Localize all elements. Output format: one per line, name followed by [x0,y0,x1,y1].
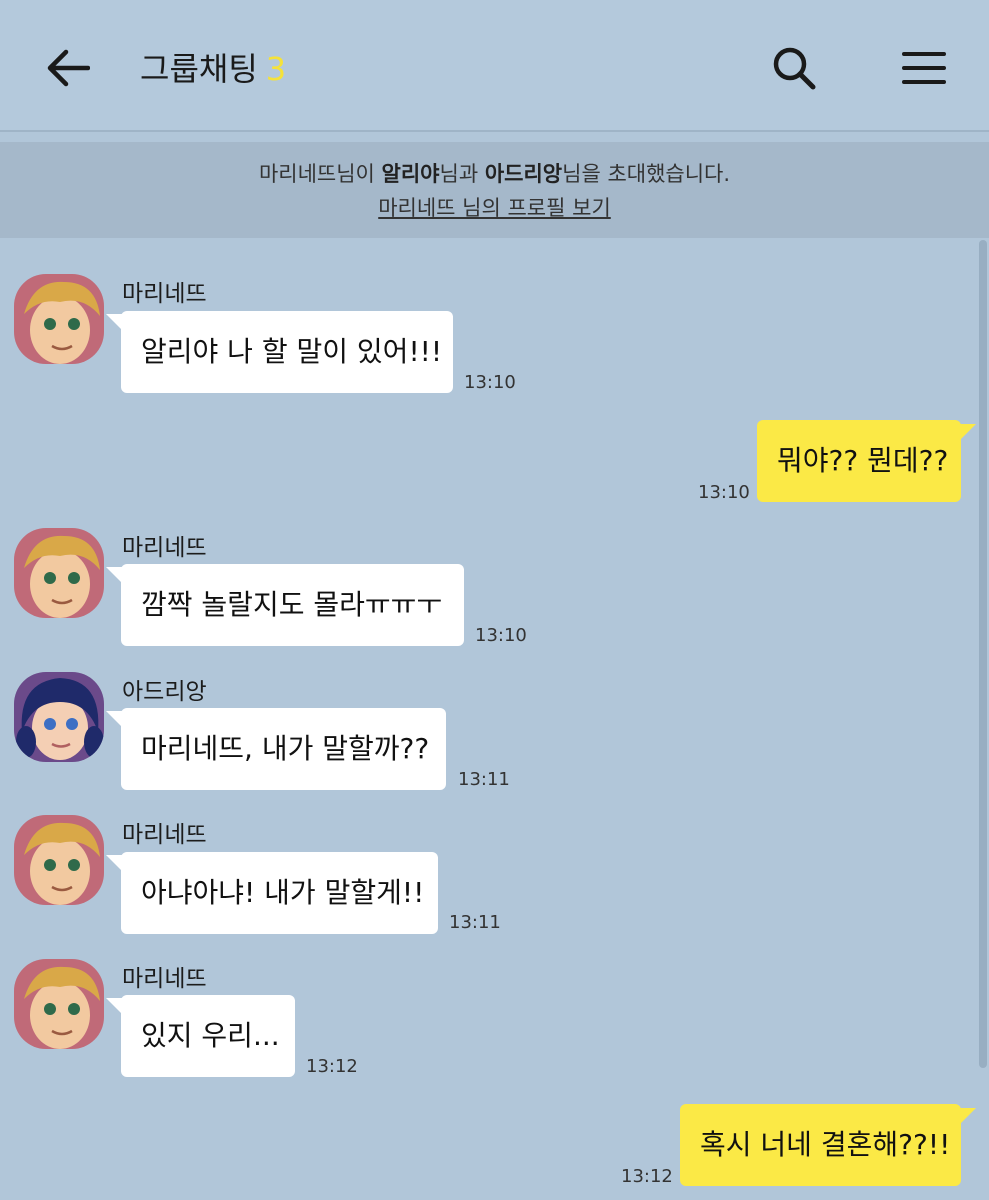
arrow-left-icon [47,49,90,87]
avatar-blond-icon [14,815,104,905]
invite-text: 님과 [439,162,485,186]
avatar[interactable] [14,274,104,364]
avatar-blond-icon [14,959,104,1049]
avatar[interactable] [14,672,104,762]
message-bubble[interactable]: 뭐야?? 뭔데?? [757,420,961,502]
hamburger-menu-icon [902,52,946,84]
message-bubble[interactable]: 알리야 나 할 말이 있어!!! [121,311,453,393]
invite-actor: 마리네뜨 [258,162,337,186]
invite-target: 알리야 [381,162,440,186]
sender-name: 마리네뜨 [122,281,207,307]
invite-message: 마리네뜨님이 알리야님과 아드리앙님을 초대했습니다. [0,158,989,188]
message-bubble[interactable]: 혹시 너네 결혼해??!! [680,1104,961,1186]
message-bubble[interactable]: 마리네뜨, 내가 말할까?? [121,708,446,790]
scrollbar[interactable] [979,240,987,1068]
message-bubble[interactable]: 깜짝 놀랄지도 몰라ㅠㅠㅜ [121,564,464,646]
message-time: 13:12 [306,1056,358,1077]
invite-notice: 마리네뜨님이 알리야님과 아드리앙님을 초대했습니다. 마리네뜨 님의 프로필 … [0,142,989,238]
message-time: 13:10 [698,482,750,503]
menu-button[interactable] [894,38,954,98]
sender-name: 마리네뜨 [122,966,207,992]
member-count: 3 [265,50,287,88]
sender-name: 마리네뜨 [122,822,207,848]
bubble-tail [106,314,122,330]
back-button[interactable] [40,40,96,96]
bubble-tail [960,424,976,440]
bubble-tail [960,1108,976,1124]
search-icon [773,47,816,90]
message-time: 13:10 [464,372,516,393]
message-bubble[interactable]: 아냐아냐! 내가 말할게!! [121,852,438,934]
bubble-tail [106,998,122,1014]
avatar-blond-icon [14,274,104,364]
invite-text: 님이 [336,162,382,186]
avatar[interactable] [14,528,104,618]
sender-name: 아드리앙 [122,679,207,705]
search-button[interactable] [764,38,824,98]
message-time: 13:10 [475,625,527,646]
sender-name: 마리네뜨 [122,535,207,561]
bubble-tail [106,567,122,583]
profile-link[interactable]: 마리네뜨 님의 프로필 보기 [0,192,989,222]
avatar[interactable] [14,959,104,1049]
bubble-tail [106,711,122,727]
chat-title: 그룹채팅 3 [140,44,286,90]
bubble-tail [106,855,122,871]
avatar-blond-icon [14,528,104,618]
message-time: 13:12 [621,1166,673,1187]
message-time: 13:11 [458,769,510,790]
avatar-darkhair-icon [14,672,104,762]
chat-title-text: 그룹채팅 [140,50,258,88]
avatar[interactable] [14,815,104,905]
invite-text: 님을 초대했습니다. [562,162,731,186]
message-time: 13:11 [449,912,501,933]
message-bubble[interactable]: 있지 우리... [121,995,295,1077]
chat-screen: 그룹채팅 3 마리네뜨님이 알리야님과 아드리앙님을 초대했습니다. 마리네뜨 님… [0,0,989,1200]
chat-header: 그룹채팅 3 [0,0,989,132]
invite-target: 아드리앙 [484,162,563,186]
